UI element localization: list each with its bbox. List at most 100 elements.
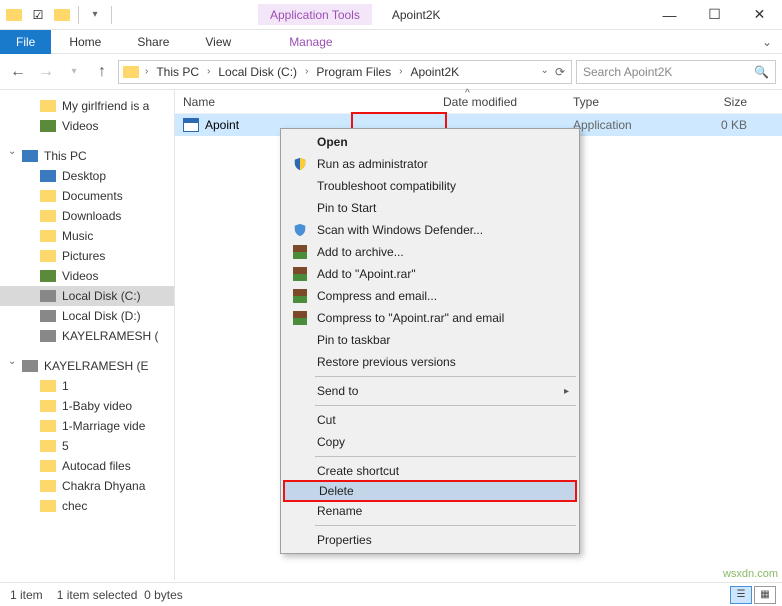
menu-defender[interactable]: Scan with Windows Defender...: [283, 219, 577, 241]
tree-item[interactable]: Pictures: [0, 246, 174, 266]
downloads-icon: [40, 210, 56, 222]
ribbon: File Home Share View Manage ⌄: [0, 30, 782, 54]
tree-item[interactable]: 5: [0, 436, 174, 456]
tree-item-thispc[interactable]: This PC: [0, 146, 174, 166]
search-box[interactable]: 🔍: [576, 60, 776, 84]
search-icon[interactable]: 🔍: [754, 65, 769, 79]
chevron-right-icon[interactable]: ›: [205, 66, 212, 77]
tree-item[interactable]: 1-Baby video: [0, 396, 174, 416]
tree-item[interactable]: KAYELRAMESH (: [0, 326, 174, 346]
tree-label: Music: [62, 229, 93, 243]
menu-send-to[interactable]: Send to▸: [283, 380, 577, 402]
tree-item[interactable]: 1-Marriage vide: [0, 416, 174, 436]
tree-item[interactable]: Videos: [0, 266, 174, 286]
menu-copy[interactable]: Copy: [283, 431, 577, 453]
view-thumbnails-button[interactable]: ▦: [754, 586, 776, 604]
tree-item[interactable]: Desktop: [0, 166, 174, 186]
menu-troubleshoot[interactable]: Troubleshoot compatibility: [283, 175, 577, 197]
qat-folder-icon[interactable]: [52, 5, 72, 25]
recent-locations-button[interactable]: ▾: [62, 60, 86, 84]
column-size[interactable]: Size: [685, 95, 755, 109]
tree-item[interactable]: Local Disk (D:): [0, 306, 174, 326]
tree-label: 5: [62, 439, 69, 453]
chevron-right-icon[interactable]: ›: [303, 66, 310, 77]
menu-add-archive[interactable]: Add to archive...: [283, 241, 577, 263]
chevron-right-icon: ▸: [564, 386, 569, 397]
folder-icon: [40, 380, 56, 392]
tab-view[interactable]: View: [187, 31, 249, 53]
file-name: Apoint: [205, 118, 239, 132]
forward-button[interactable]: →: [34, 60, 58, 84]
menu-run-as-admin[interactable]: Run as administrator: [283, 153, 577, 175]
sort-indicator-icon: ^: [465, 88, 470, 99]
folder-icon: [121, 62, 141, 82]
status-bar: 1 item 1 item selected 0 bytes ☰ ▦: [0, 582, 782, 606]
customize-qat-icon[interactable]: ▾: [85, 5, 105, 25]
tree-item[interactable]: My girlfriend is a: [0, 96, 174, 116]
tree-item-local-c[interactable]: Local Disk (C:): [0, 286, 174, 306]
minimize-button[interactable]: —: [647, 1, 692, 29]
video-icon: [40, 270, 56, 282]
defender-icon: [291, 222, 309, 238]
breadcrumb-segment[interactable]: Program Files: [312, 65, 395, 79]
menu-add-rar[interactable]: Add to "Apoint.rar": [283, 263, 577, 285]
menu-create-shortcut[interactable]: Create shortcut: [283, 460, 577, 482]
tree-item[interactable]: Chakra Dhyana: [0, 476, 174, 496]
refresh-icon[interactable]: ⟳: [555, 65, 565, 79]
up-button[interactable]: ↑: [90, 60, 114, 84]
chevron-down-icon[interactable]: ⌄: [8, 146, 16, 157]
menu-restore[interactable]: Restore previous versions: [283, 351, 577, 373]
properties-icon[interactable]: ☑: [28, 5, 48, 25]
tree-item-external[interactable]: KAYELRAMESH (E: [0, 356, 174, 376]
menu-compress-rar-email[interactable]: Compress to "Apoint.rar" and email: [283, 307, 577, 329]
tree-label: chec: [62, 499, 87, 513]
tree-item[interactable]: Documents: [0, 186, 174, 206]
menu-open[interactable]: Open: [283, 131, 577, 153]
tree-item[interactable]: Downloads: [0, 206, 174, 226]
menu-delete[interactable]: Delete: [283, 480, 577, 502]
tree-item[interactable]: chec: [0, 496, 174, 516]
tree-label: Desktop: [62, 169, 106, 183]
menu-rename[interactable]: Rename: [283, 500, 577, 522]
tree-item[interactable]: 1: [0, 376, 174, 396]
tree-item[interactable]: Music: [0, 226, 174, 246]
menu-pin-start[interactable]: Pin to Start: [283, 197, 577, 219]
chevron-down-icon[interactable]: ⌄: [8, 356, 16, 367]
dropdown-icon[interactable]: ⌄: [541, 65, 549, 79]
menu-properties[interactable]: Properties: [283, 529, 577, 551]
breadcrumb-segment[interactable]: This PC: [152, 65, 203, 79]
tree-item[interactable]: Videos: [0, 116, 174, 136]
menu-cut[interactable]: Cut: [283, 409, 577, 431]
view-details-button[interactable]: ☰: [730, 586, 752, 604]
column-date[interactable]: Date modified: [435, 95, 565, 109]
tree-label: Downloads: [62, 209, 121, 223]
contextual-tab[interactable]: Application Tools: [258, 4, 372, 25]
tree-item[interactable]: Autocad files: [0, 456, 174, 476]
window-controls: — ☐ ✕: [647, 1, 782, 29]
maximize-button[interactable]: ☐: [692, 1, 737, 29]
tab-manage[interactable]: Manage: [271, 31, 350, 53]
search-input[interactable]: [583, 65, 754, 79]
breadcrumb-segment[interactable]: Apoint2K: [406, 65, 463, 79]
menu-separator: [315, 405, 576, 406]
back-button[interactable]: ←: [6, 60, 30, 84]
tab-share[interactable]: Share: [119, 31, 187, 53]
menu-pin-taskbar[interactable]: Pin to taskbar: [283, 329, 577, 351]
chevron-right-icon[interactable]: ›: [397, 66, 404, 77]
file-tab[interactable]: File: [0, 30, 51, 54]
tab-home[interactable]: Home: [51, 31, 119, 53]
tree-label: This PC: [44, 149, 87, 163]
tree-label: 1-Baby video: [62, 399, 132, 413]
folder-icon: [40, 500, 56, 512]
column-name[interactable]: Name: [175, 95, 435, 109]
expand-ribbon-icon[interactable]: ⌄: [762, 35, 782, 49]
navigation-tree[interactable]: My girlfriend is a Videos ⌄ This PC Deskt…: [0, 90, 175, 580]
tree-label: Documents: [62, 189, 123, 203]
close-button[interactable]: ✕: [737, 1, 782, 29]
menu-compress-email[interactable]: Compress and email...: [283, 285, 577, 307]
address-bar[interactable]: › This PC › Local Disk (C:) › Program Fi…: [118, 60, 572, 84]
breadcrumb-segment[interactable]: Local Disk (C:): [214, 65, 301, 79]
file-size-cell: 0 KB: [685, 118, 755, 132]
column-type[interactable]: Type: [565, 95, 685, 109]
chevron-right-icon[interactable]: ›: [143, 66, 150, 77]
